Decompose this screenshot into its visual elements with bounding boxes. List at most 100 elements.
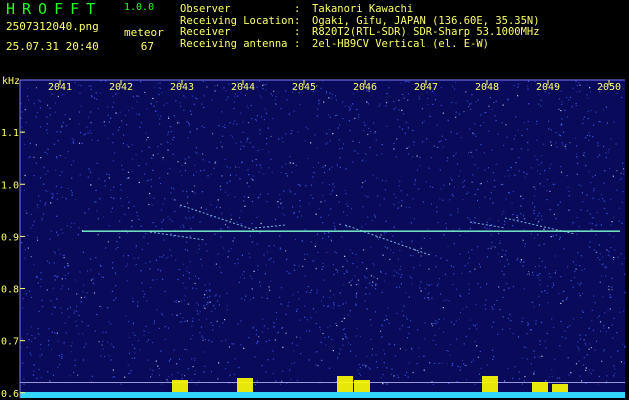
noise-dot <box>304 305 306 307</box>
noise-dot <box>399 180 401 182</box>
noise-dot <box>546 332 548 334</box>
noise-dot <box>590 109 592 112</box>
noise-dot <box>198 248 200 250</box>
noise-dot <box>79 271 81 273</box>
noise-dot <box>515 116 517 118</box>
noise-dot <box>217 253 219 255</box>
noise-dot <box>432 103 434 105</box>
noise-dot <box>176 363 178 365</box>
noise-dot <box>40 343 42 345</box>
noise-dot <box>336 114 338 116</box>
noise-dot <box>196 310 198 312</box>
noise-dot <box>136 113 138 115</box>
noise-dot <box>59 131 62 133</box>
noise-dot <box>279 296 281 298</box>
noise-dot <box>310 142 312 144</box>
noise-dot <box>285 313 287 315</box>
noise-dot <box>328 214 330 216</box>
noise-dot <box>296 379 299 382</box>
noise-dot <box>343 143 345 145</box>
noise-dot <box>320 341 322 344</box>
noise-dot <box>433 322 435 324</box>
noise-dot <box>480 144 482 146</box>
noise-dot <box>337 127 339 129</box>
noise-dot <box>600 224 602 226</box>
noise-dot <box>520 205 522 207</box>
noise-dot <box>621 222 623 224</box>
noise-dot <box>546 292 548 294</box>
noise-dot <box>410 320 412 322</box>
noise-dot <box>128 372 130 375</box>
noise-dot <box>459 295 462 297</box>
noise-dot <box>64 322 66 324</box>
noise-dot <box>474 340 476 343</box>
noise-dot <box>476 245 479 248</box>
noise-dot <box>559 134 562 137</box>
noise-dot <box>334 228 336 231</box>
noise-dot <box>474 123 476 125</box>
noise-dot <box>492 202 494 204</box>
noise-dot <box>582 122 584 125</box>
noise-dot <box>70 226 72 228</box>
noise-dot <box>458 228 460 230</box>
noise-dot <box>62 94 64 96</box>
noise-dot <box>536 159 538 161</box>
noise-dot <box>56 276 58 278</box>
noise-dot <box>546 285 548 287</box>
noise-dot <box>348 109 350 111</box>
noise-dot <box>254 384 256 386</box>
noise-dot <box>453 186 455 188</box>
noise-dot <box>358 363 360 366</box>
noise-dot <box>229 167 231 169</box>
noise-dot <box>45 173 47 175</box>
noise-dot <box>209 289 211 291</box>
noise-dot <box>220 188 222 190</box>
noise-dot <box>299 319 301 321</box>
noise-dot <box>560 302 562 304</box>
noise-dot <box>108 121 110 123</box>
noise-dot <box>220 228 222 230</box>
noise-dot <box>307 128 309 130</box>
noise-dot <box>622 343 624 345</box>
noise-dot <box>84 133 86 135</box>
noise-dot <box>451 364 453 367</box>
noise-dot <box>279 248 282 250</box>
noise-dot <box>501 213 503 215</box>
noise-dot <box>404 81 406 83</box>
noise-dot <box>293 350 295 352</box>
noise-dot <box>95 189 97 191</box>
noise-dot <box>512 213 514 216</box>
noise-dot <box>320 300 323 302</box>
noise-dot <box>29 142 31 145</box>
noise-dot <box>159 118 161 120</box>
noise-dot <box>383 198 385 200</box>
noise-dot <box>115 248 117 250</box>
noise-dot <box>214 90 216 92</box>
noise-dot <box>110 211 112 213</box>
noise-dot <box>400 205 403 207</box>
noise-dot <box>607 254 609 256</box>
noise-dot <box>251 223 253 225</box>
noise-dot <box>348 281 350 284</box>
noise-dot <box>375 354 377 356</box>
noise-dot <box>283 190 285 192</box>
noise-dot <box>256 216 258 219</box>
noise-dot <box>308 359 310 361</box>
noise-dot <box>63 257 65 259</box>
noise-dot <box>33 364 35 366</box>
noise-dot <box>202 153 204 155</box>
noise-dot <box>161 228 163 230</box>
noise-dot <box>326 251 328 253</box>
noise-dot <box>309 292 311 294</box>
noise-dot <box>393 193 395 195</box>
noise-dot <box>400 283 402 285</box>
noise-dot <box>596 211 598 214</box>
noise-dot <box>389 258 391 261</box>
noise-dot <box>125 315 127 317</box>
noise-dot <box>413 267 415 269</box>
noise-dot <box>167 256 169 258</box>
noise-dot <box>67 187 70 190</box>
noise-dot <box>188 210 190 213</box>
noise-dot <box>523 218 526 220</box>
noise-dot <box>64 274 66 276</box>
